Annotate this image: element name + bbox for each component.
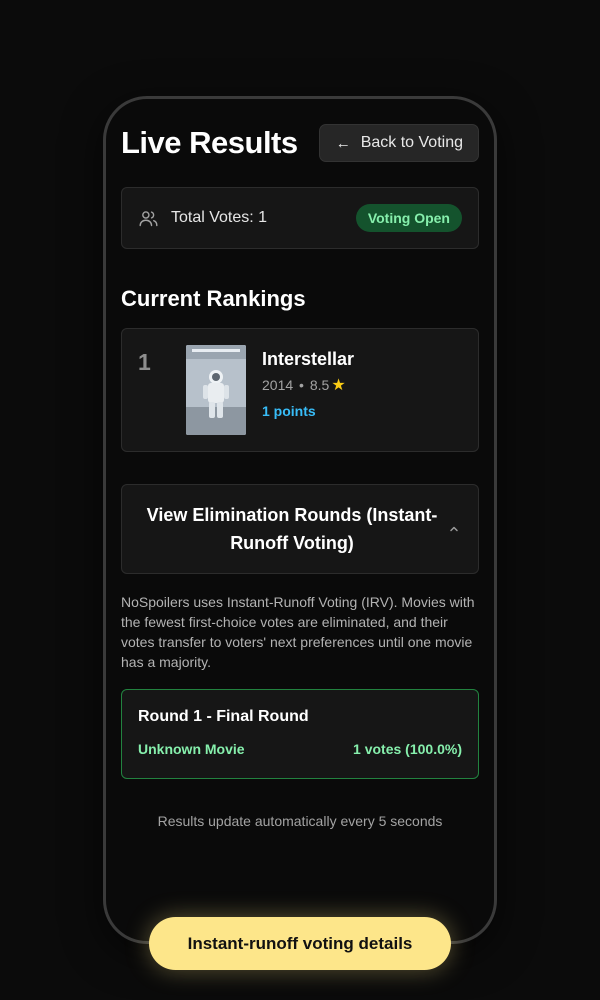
round-movie-name: Unknown Movie xyxy=(138,741,245,757)
irv-details-button[interactable]: Instant-runoff voting details xyxy=(149,917,451,970)
users-icon xyxy=(139,210,158,226)
results-screen: Live Results ← Back to Voting Total Vote… xyxy=(121,123,479,829)
movie-rating: 8.5 xyxy=(309,377,330,393)
movie-info: Interstellar 2014 • 8.5 ★ 1 points xyxy=(262,345,354,435)
total-votes-group: Total Votes: 1 xyxy=(138,208,267,229)
movie-title: Interstellar xyxy=(262,349,355,369)
auto-update-note: Results update automatically every 5 sec… xyxy=(157,813,443,829)
rank-number: 1 xyxy=(138,349,151,375)
rankings-title: Current Rankings xyxy=(121,286,306,311)
total-votes-text: Total Votes: 1 xyxy=(171,209,268,226)
round-vote-count: 1 votes (100.0%) xyxy=(353,741,462,757)
page-title: Live Results xyxy=(121,125,298,160)
astronaut-poster-art xyxy=(186,345,246,435)
meta-separator: • xyxy=(295,377,308,393)
irv-description: NoSpoilers uses Instant-Runoff Voting (I… xyxy=(121,594,475,670)
chevron-up-icon xyxy=(450,526,458,532)
star-icon: ★ xyxy=(331,377,346,394)
total-votes-card: Total Votes: 1 Voting Open xyxy=(121,187,479,249)
arrow-left-icon: ← xyxy=(335,134,351,152)
elimination-rounds-toggle[interactable]: View Elimination Rounds (Instant-Runoff … xyxy=(121,484,479,574)
back-button-label: Back to Voting xyxy=(360,134,463,151)
round-result-row: Unknown Movie 1 votes (100.0%) xyxy=(138,741,462,757)
round-title: Round 1 - Final Round xyxy=(138,708,309,725)
elimination-rounds-title: View Elimination Rounds (Instant-Runoff … xyxy=(146,505,438,553)
round-card: Round 1 - Final Round Unknown Movie 1 vo… xyxy=(121,689,479,779)
ranking-card[interactable]: 1 Interstellar 2014 • 8.5 ★ 1 points xyxy=(121,328,479,452)
movie-poster xyxy=(186,345,246,435)
back-to-voting-button[interactable]: ← Back to Voting xyxy=(318,124,479,162)
phone-frame: Live Results ← Back to Voting Total Vote… xyxy=(103,96,497,944)
header: Live Results ← Back to Voting xyxy=(121,123,479,163)
movie-year: 2014 xyxy=(262,377,294,393)
stage: Live Results ← Back to Voting Total Vote… xyxy=(0,0,600,1000)
status-badge: Voting Open xyxy=(355,204,462,232)
movie-meta: 2014 • 8.5 ★ xyxy=(262,375,354,395)
movie-points: 1 points xyxy=(262,403,316,419)
